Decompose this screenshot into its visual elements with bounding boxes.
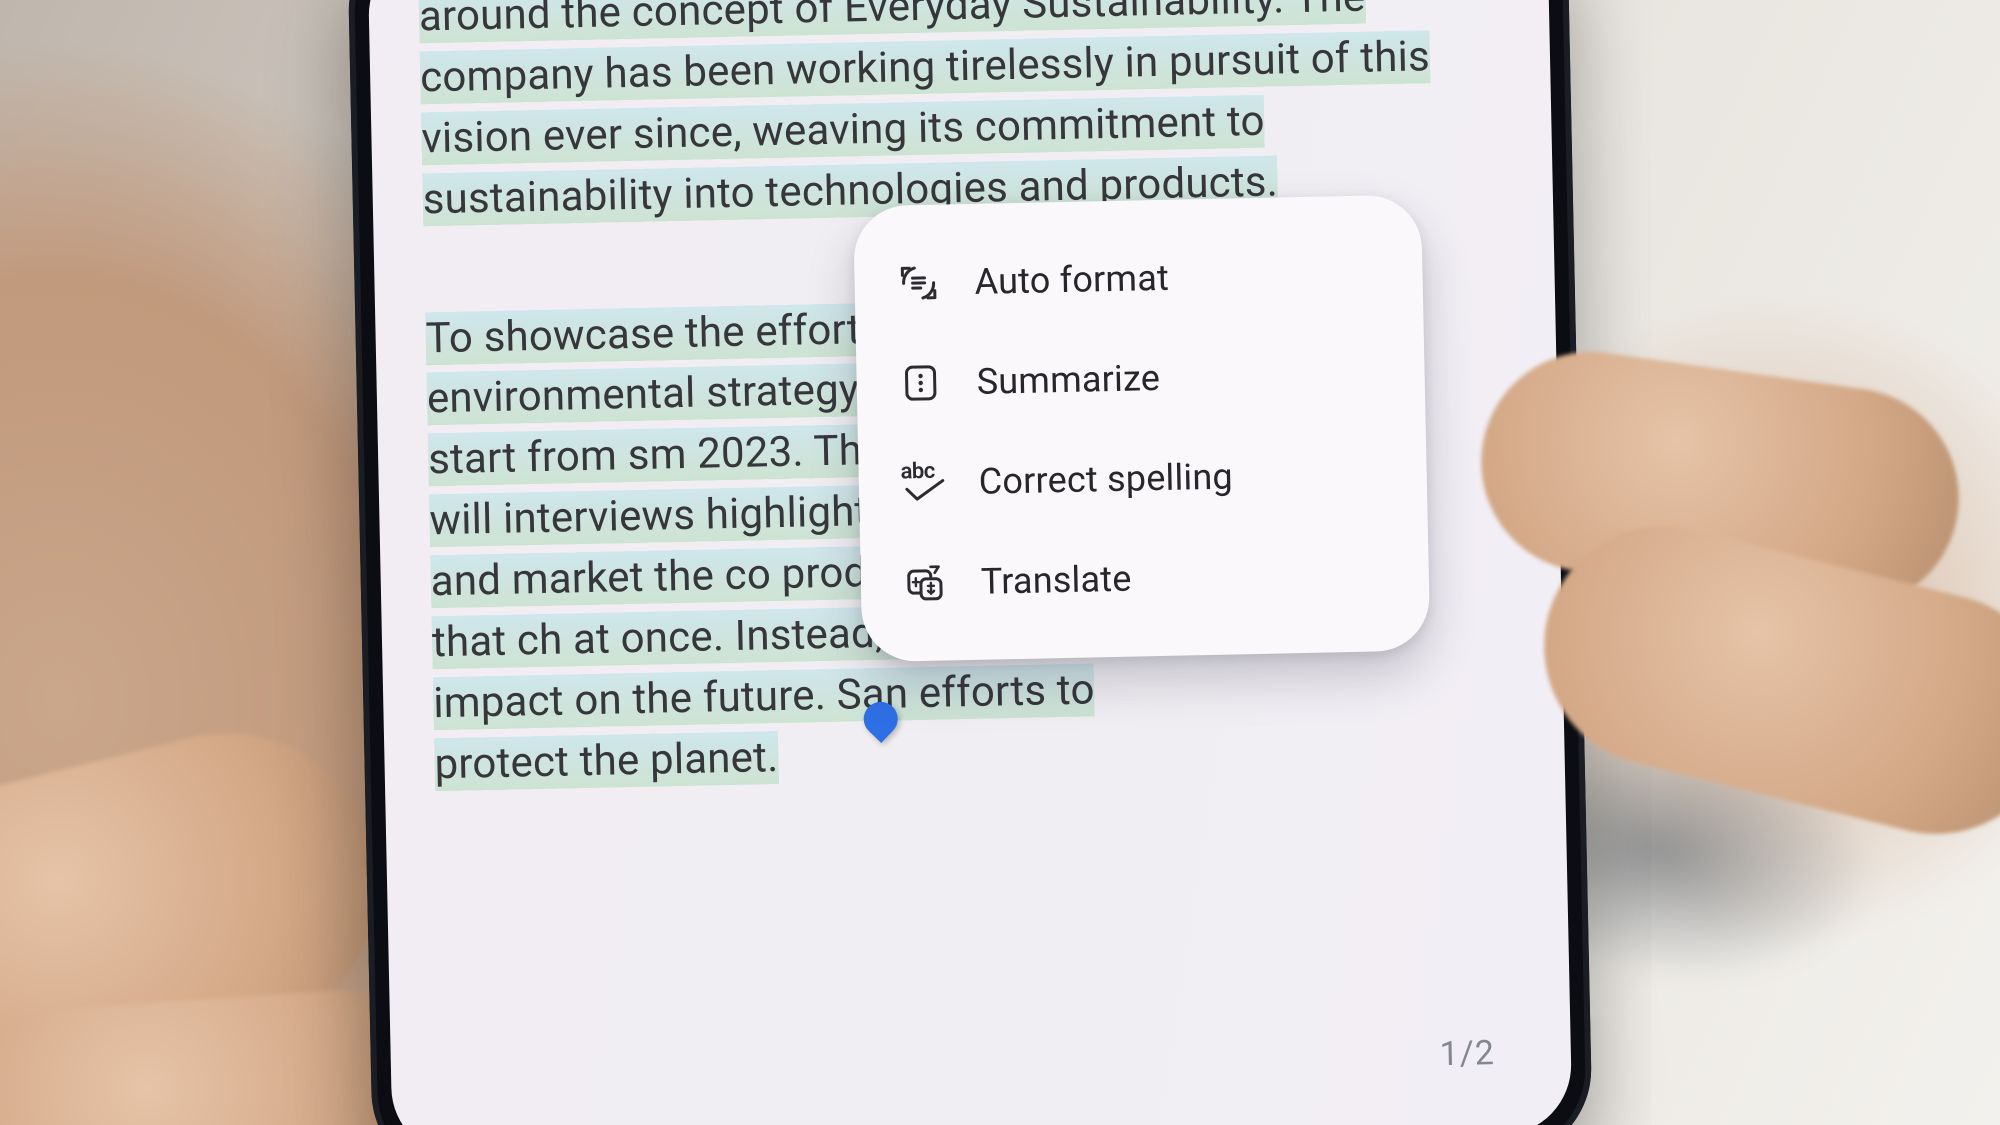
menu-item-label: Translate [980,558,1132,603]
menu-item-label: Auto format [974,257,1169,303]
menu-item-auto-format[interactable]: Auto format [888,223,1390,333]
menu-item-label: Summarize [976,357,1160,403]
phone-screen[interactable]: around the concept of Everyday Sustainab… [367,0,1572,1125]
text-action-menu: Auto format Summarize [853,194,1430,662]
page-counter: 1/2 [1439,1033,1495,1074]
selected-text[interactable]: around the concept of Everyday Sustainab… [418,0,1430,226]
auto-format-icon [896,261,941,306]
phone-frame: around the concept of Everyday Sustainab… [347,0,1593,1125]
menu-item-summarize[interactable]: Summarize [890,323,1392,433]
menu-item-label: Correct spelling [978,455,1233,502]
menu-item-translate[interactable]: Translate [894,523,1396,633]
scene-backdrop: around the concept of Everyday Sustainab… [0,0,2000,1125]
menu-item-correct-spelling[interactable]: abc Correct spelling [892,423,1394,533]
spellcheck-icon: abc [900,461,945,506]
translate-icon [902,560,947,605]
document-viewport[interactable]: around the concept of Everyday Sustainab… [417,0,1542,1125]
summarize-icon [898,361,943,406]
